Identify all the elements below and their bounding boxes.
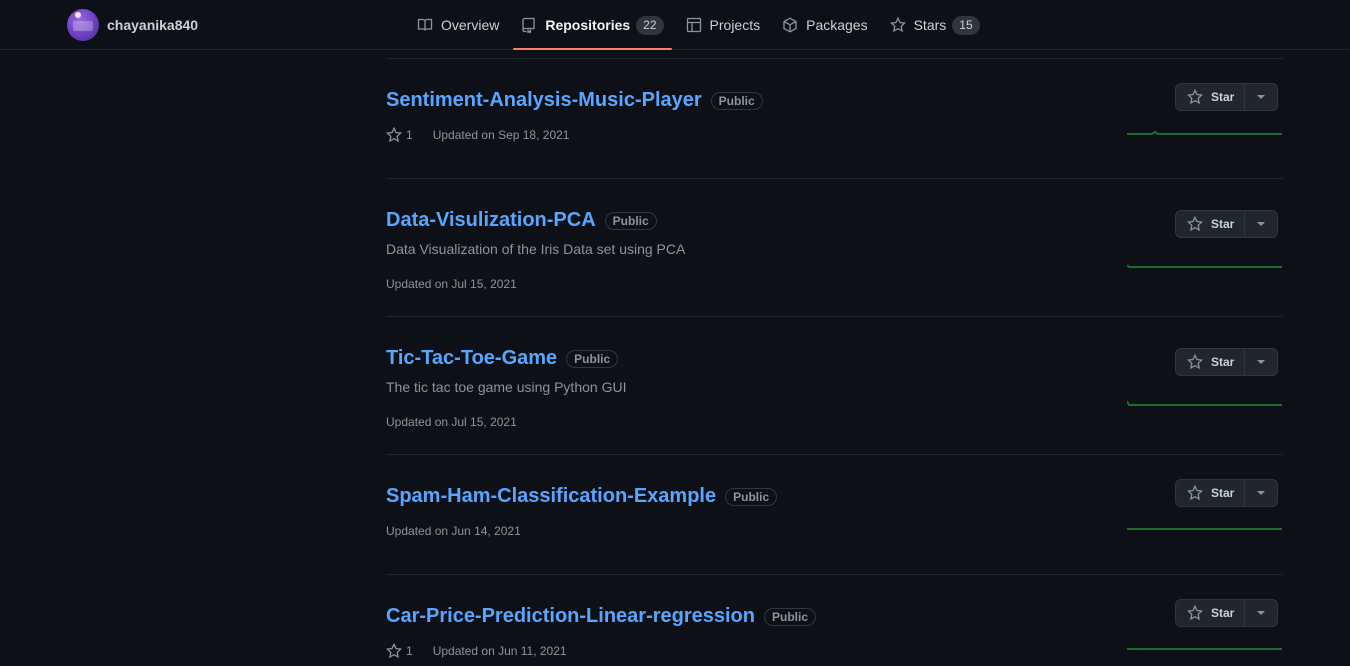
star-icon bbox=[386, 643, 402, 659]
repo-meta: Updated on Jul 15, 2021 bbox=[386, 277, 517, 291]
visibility-badge: Public bbox=[725, 487, 778, 506]
repo-meta: 1 Updated on Sep 18, 2021 bbox=[386, 127, 569, 143]
updated-date: Updated on Jul 15, 2021 bbox=[386, 277, 517, 291]
updated-date: Updated on Jun 11, 2021 bbox=[432, 644, 567, 658]
repo-meta: Updated on Jul 15, 2021 bbox=[386, 415, 517, 429]
visibility-badge: Public bbox=[764, 607, 817, 626]
profile-link[interactable]: chayanika840 bbox=[67, 9, 198, 41]
star-button-group: Star bbox=[1175, 599, 1279, 627]
tab-projects[interactable]: Projects bbox=[678, 0, 769, 50]
repo-heading: Car-Price-Prediction-Linear-regression P… bbox=[386, 605, 817, 628]
star-label: Star bbox=[1211, 486, 1235, 500]
stargazers-link[interactable]: 1 bbox=[386, 643, 413, 659]
list-item: Data-Visulization-PCA Public Data Visual… bbox=[386, 178, 1283, 316]
star-button[interactable]: Star bbox=[1176, 600, 1246, 626]
lists-dropdown-button[interactable] bbox=[1245, 480, 1277, 506]
updated-date: Updated on Sep 18, 2021 bbox=[432, 128, 570, 142]
tab-label: Projects bbox=[709, 17, 761, 33]
avatar[interactable] bbox=[67, 9, 99, 41]
username[interactable]: chayanika840 bbox=[107, 17, 198, 33]
star-count: 1 bbox=[406, 128, 413, 142]
lists-dropdown-button[interactable] bbox=[1245, 84, 1277, 110]
repo-description: The tic tac toe game using Python GUI bbox=[386, 379, 627, 395]
repo-name-link[interactable]: Data-Visulization-PCA bbox=[386, 209, 596, 232]
activity-sparkline bbox=[1127, 264, 1282, 268]
stargazers-link[interactable]: 1 bbox=[386, 127, 413, 143]
tab-packages[interactable]: Packages bbox=[774, 0, 875, 50]
activity-sparkline bbox=[1127, 648, 1282, 650]
repo-icon bbox=[522, 17, 536, 33]
package-icon bbox=[783, 17, 797, 33]
tab-stars[interactable]: Stars 15 bbox=[882, 0, 988, 50]
star-icon bbox=[889, 17, 906, 33]
star-label: Star bbox=[1211, 90, 1235, 104]
star-button-group: Star bbox=[1175, 348, 1279, 376]
visibility-badge: Public bbox=[710, 91, 763, 110]
star-button[interactable]: Star bbox=[1176, 480, 1246, 506]
repo-heading: Tic-Tac-Toe-Game Public bbox=[386, 347, 619, 370]
tab-overview[interactable]: Overview bbox=[409, 0, 507, 50]
list-item: Spam-Ham-Classification-Example Public U… bbox=[386, 454, 1283, 574]
activity-sparkline bbox=[1127, 130, 1282, 135]
star-icon bbox=[1187, 216, 1203, 232]
repo-meta: Updated on Jun 14, 2021 bbox=[386, 524, 521, 538]
repo-heading: Data-Visulization-PCA Public bbox=[386, 209, 657, 232]
lists-dropdown-button[interactable] bbox=[1245, 211, 1277, 237]
lists-dropdown-button[interactable] bbox=[1245, 349, 1277, 375]
repo-name-link[interactable]: Spam-Ham-Classification-Example bbox=[386, 485, 716, 508]
chevron-down-icon bbox=[1257, 611, 1266, 615]
repo-meta: 1 Updated on Jun 11, 2021 bbox=[386, 643, 567, 659]
repo-name-link[interactable]: Tic-Tac-Toe-Game bbox=[386, 347, 557, 370]
tab-label: Stars bbox=[913, 17, 947, 33]
profile-tabs: Overview Repositories 22 Projects Packag… bbox=[409, 0, 994, 50]
star-icon bbox=[386, 127, 402, 143]
repo-heading: Sentiment-Analysis-Music-Player Public bbox=[386, 89, 763, 112]
list-item: Sentiment-Analysis-Music-Player Public 1… bbox=[386, 58, 1283, 178]
star-button[interactable]: Star bbox=[1176, 84, 1246, 110]
activity-sparkline bbox=[1127, 400, 1282, 406]
star-icon bbox=[1187, 354, 1203, 370]
star-button-group: Star bbox=[1175, 83, 1279, 111]
repo-name-link[interactable]: Sentiment-Analysis-Music-Player bbox=[386, 89, 702, 112]
updated-date: Updated on Jul 15, 2021 bbox=[386, 415, 517, 429]
star-icon bbox=[1187, 89, 1203, 105]
star-button[interactable]: Star bbox=[1176, 349, 1246, 375]
star-count: 1 bbox=[406, 644, 413, 658]
table-icon bbox=[686, 17, 701, 33]
updated-date: Updated on Jun 14, 2021 bbox=[386, 524, 521, 538]
tab-label: Repositories bbox=[545, 17, 631, 33]
tab-repositories[interactable]: Repositories 22 bbox=[513, 0, 672, 50]
chevron-down-icon bbox=[1257, 222, 1266, 226]
visibility-badge: Public bbox=[566, 349, 619, 368]
star-label: Star bbox=[1211, 217, 1235, 231]
star-icon bbox=[1187, 485, 1203, 501]
profile-header: chayanika840 Overview Repositories 22 Pr… bbox=[0, 0, 1350, 50]
tab-label: Packages bbox=[806, 17, 868, 33]
tab-label: Overview bbox=[441, 17, 500, 33]
star-button-group: Star bbox=[1175, 479, 1279, 507]
book-icon bbox=[417, 18, 433, 31]
chevron-down-icon bbox=[1257, 491, 1266, 495]
visibility-badge: Public bbox=[604, 211, 657, 230]
chevron-down-icon bbox=[1257, 95, 1266, 99]
lists-dropdown-button[interactable] bbox=[1245, 600, 1277, 626]
activity-sparkline bbox=[1127, 528, 1282, 530]
repo-description: Data Visualization of the Iris Data set … bbox=[386, 241, 686, 257]
repository-list: Sentiment-Analysis-Music-Player Public 1… bbox=[386, 58, 1283, 666]
star-label: Star bbox=[1211, 606, 1235, 620]
stars-count-badge: 15 bbox=[952, 15, 980, 35]
list-item: Car-Price-Prediction-Linear-regression P… bbox=[386, 574, 1283, 666]
list-item: Tic-Tac-Toe-Game Public The tic tac toe … bbox=[386, 316, 1283, 454]
repo-name-link[interactable]: Car-Price-Prediction-Linear-regression bbox=[386, 605, 755, 628]
chevron-down-icon bbox=[1257, 360, 1266, 364]
star-button[interactable]: Star bbox=[1176, 211, 1246, 237]
star-icon bbox=[1187, 605, 1203, 621]
repositories-count: 22 bbox=[636, 15, 664, 35]
repo-heading: Spam-Ham-Classification-Example Public bbox=[386, 485, 778, 508]
star-button-group: Star bbox=[1175, 210, 1279, 238]
star-label: Star bbox=[1211, 355, 1235, 369]
